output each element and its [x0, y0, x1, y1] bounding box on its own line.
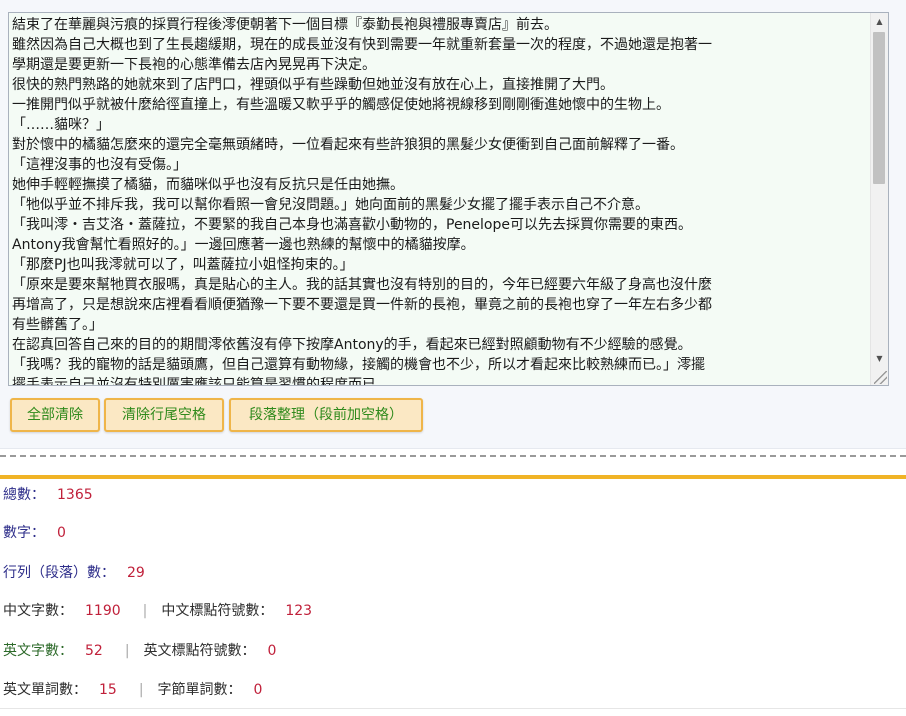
byte-words-label: 字節單詞數： [157, 682, 242, 698]
stat-total-row: 總數： 1365 [3, 484, 93, 506]
stat-separator: | [142, 603, 148, 619]
total-label: 總數： [3, 487, 45, 503]
en-chars-label: 英文字數： [3, 643, 73, 659]
text-line: 學期還是要更新一下長袍的心態準備去店內晃晃再下決定。 [12, 57, 376, 73]
stat-separator: | [138, 682, 144, 698]
text-line: 「那麼PJ也叫我澪就可以了，叫蓋薩拉小姐怪拘束的。」 [12, 257, 354, 273]
text-line: 「我叫澪・吉艾洛・蓋薩拉，不要緊的我自己本身也滿喜歡小動物的，Penelope可… [12, 217, 692, 233]
clear-all-button[interactable]: 全部清除 [10, 398, 100, 432]
lines-label: 行列（段落）數： [3, 565, 115, 581]
stat-english-row: 英文字數： 52 | 英文標點符號數： 0 [3, 640, 276, 662]
text-line: 很快的熟門熟路的她就來到了店門口，裡頭似乎有些躁動但她並沒有放在心上，直接推開了… [12, 77, 614, 93]
text-line: 有些髒舊了。」 [12, 317, 103, 333]
text-line: 再增高了，只是想說來店裡看看順便猶豫一下要不要還是買一件新的長袍，畢竟之前的長袍… [12, 297, 712, 313]
editor-panel: 結束了在華麗與污痕的採買行程後澪便朝著下一個目標『泰勤長袍與禮服專賣店』前去。雖… [0, 0, 906, 449]
digits-value: 0 [57, 525, 66, 541]
bottom-border [0, 708, 906, 709]
text-line: 「……貓咪？」 [12, 117, 110, 133]
text-content[interactable]: 結束了在華麗與污痕的採買行程後澪便朝著下一個目標『泰勤長袍與禮服專賣店』前去。雖… [12, 15, 874, 386]
stat-separator: | [124, 643, 130, 659]
stat-words-row: 英文單詞數： 15 | 字節單詞數： 0 [3, 679, 262, 701]
zh-punct-value: 123 [285, 603, 313, 619]
text-input-area[interactable]: 結束了在華麗與污痕的採買行程後澪便朝著下一個目標『泰勤長袍與禮服專賣店』前去。雖… [8, 12, 889, 386]
text-line: 「這裡沒事的也沒有受傷。」 [12, 157, 187, 173]
byte-words-value: 0 [253, 682, 263, 698]
zh-punct-label: 中文標點符號數： [161, 603, 274, 619]
zh-chars-value: 1190 [85, 603, 121, 619]
text-line: 「原來是要來幫牠買衣服嗎，真是貼心的主人。我的話其實也沒有特別的目的，今年已經要… [12, 277, 712, 293]
trim-trailing-spaces-button[interactable]: 清除行尾空格 [104, 398, 224, 432]
text-line: 擺手表示自己並沒有特別厲害應該只能算是習慣的程度而已。 [12, 377, 390, 386]
stat-digits-row: 數字： 0 [3, 522, 66, 544]
resize-grip-icon[interactable] [874, 371, 887, 384]
lines-value: 29 [127, 565, 145, 581]
text-line: 「牠似乎並不排斥我，我可以幫你看照一會兒沒問題。」她向面前的黑髮少女擺了擺手表示… [12, 197, 649, 213]
scroll-thumb[interactable] [873, 32, 885, 184]
text-line: 「我嗎？我的寵物的話是貓頭鷹，但自己還算有動物緣，接觸的機會也不少，所以才看起來… [12, 357, 705, 373]
en-punct-label: 英文標點符號數： [143, 643, 256, 659]
total-value: 1365 [57, 487, 93, 503]
en-punct-value: 0 [267, 643, 277, 659]
text-line: 雖然因為自己大概也到了生長趨緩期，現在的成長並沒有快到需要一年就重新套量一次的程… [12, 37, 712, 53]
scroll-up-icon[interactable]: ▲ [871, 13, 888, 30]
en-chars-value: 52 [85, 643, 103, 659]
text-line: 在認真回答自己來的目的的期間澪依舊沒有停下按摩Antony的手，看起來已經對照顧… [12, 337, 692, 353]
text-line: 對於懷中的橘貓怎麼來的還完全毫無頭緒時，一位看起來有些許狼狽的黑髮少女便衝到自己… [12, 137, 684, 153]
text-line: Antony我會幫忙看照好的。」一邊回應著一邊也熟練的幫懷中的橘貓按摩。 [12, 237, 475, 253]
en-words-label: 英文單詞數： [3, 682, 87, 698]
paragraph-format-button[interactable]: 段落整理（段前加空格） [229, 398, 423, 432]
digits-label: 數字： [3, 525, 45, 541]
en-words-value: 15 [99, 682, 117, 698]
zh-chars-label: 中文字數： [3, 603, 73, 619]
vertical-scrollbar[interactable]: ▲ ▼ [870, 13, 888, 385]
text-line: 一推開門似乎就被什麼給徑直撞上，有些溫暖又軟乎乎的觸感促使她將視線移到剛剛衝進她… [12, 97, 670, 113]
gold-divider [0, 475, 906, 479]
stat-chinese-row: 中文字數： 1190 | 中文標點符號數： 123 [3, 600, 312, 622]
stat-lines-row: 行列（段落）數： 29 [3, 562, 145, 584]
scroll-down-icon[interactable]: ▼ [871, 350, 888, 367]
text-line: 她伸手輕輕撫摸了橘貓，而貓咪似乎也沒有反抗只是任由她撫。 [12, 177, 404, 193]
text-line: 結束了在華麗與污痕的採買行程後澪便朝著下一個目標『泰勤長袍與禮服專賣店』前去。 [12, 17, 558, 33]
dashed-divider [0, 455, 906, 457]
